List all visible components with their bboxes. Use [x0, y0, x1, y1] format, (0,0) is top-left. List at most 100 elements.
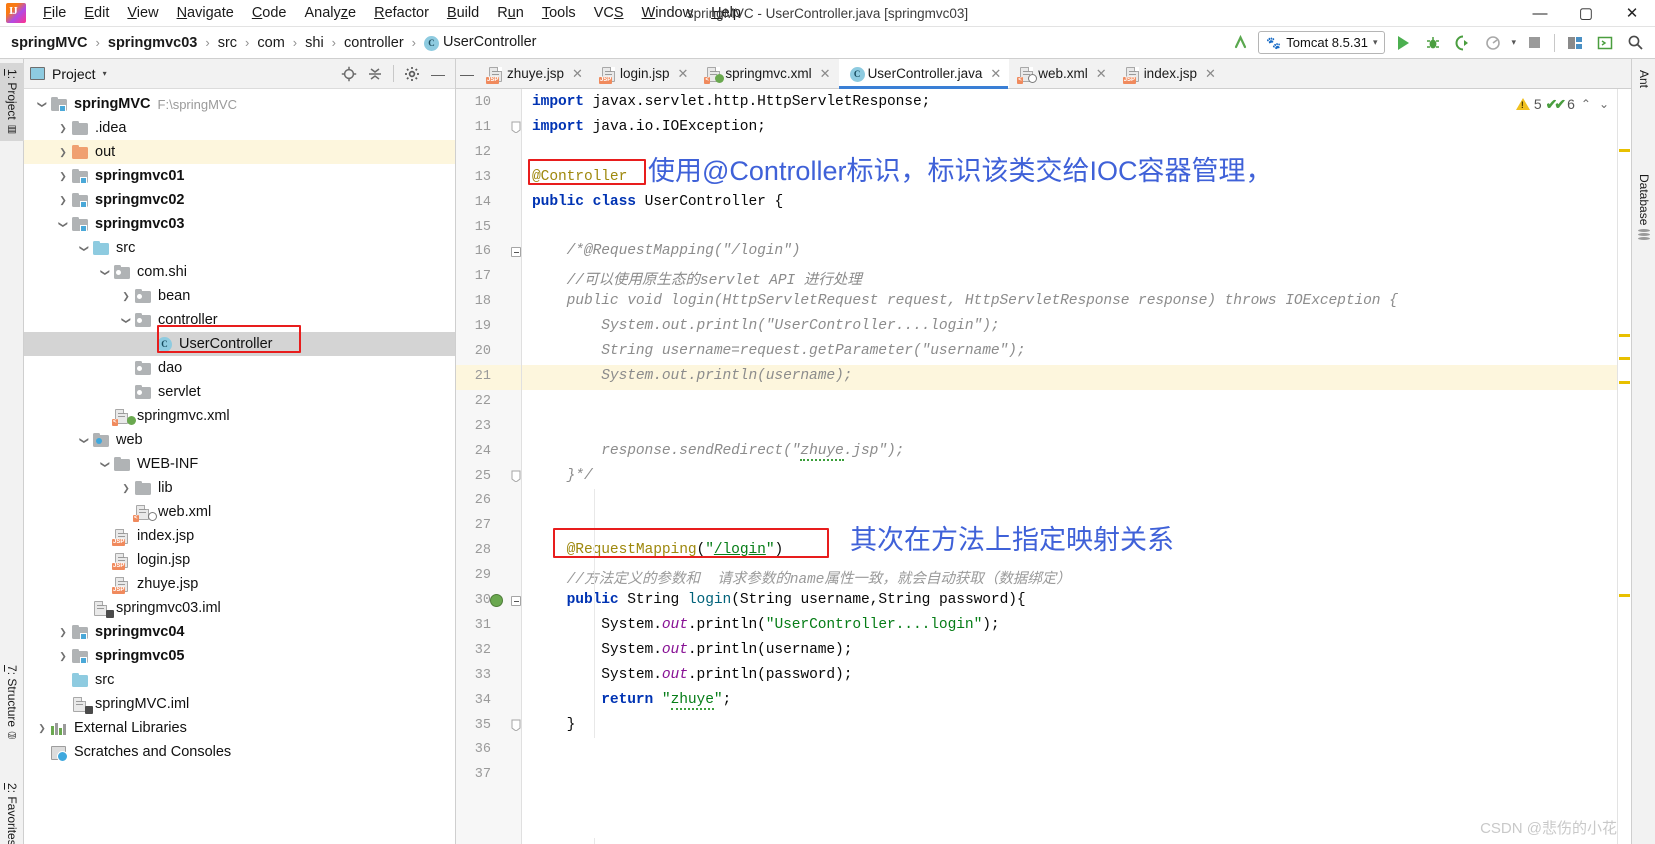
- chevron-down-icon[interactable]: ❯: [79, 240, 90, 256]
- editor-tab-index-jsp[interactable]: JSP index.jsp ✕: [1115, 59, 1224, 88]
- settings-gear-icon[interactable]: [401, 63, 423, 85]
- tree-node-external-libraries[interactable]: ❯ External Libraries: [24, 716, 455, 740]
- inspection-marker[interactable]: [1619, 381, 1630, 384]
- editor-tab-web-xml[interactable]: < web.xml ✕: [1009, 59, 1114, 88]
- hide-panel-icon[interactable]: —: [427, 63, 449, 85]
- menu-vcs[interactable]: VCS: [585, 2, 633, 24]
- chevron-right-icon[interactable]: ❯: [34, 723, 50, 734]
- code-line[interactable]: import javax.servlet.http.HttpServletRes…: [532, 94, 930, 110]
- chevron-right-icon[interactable]: ❯: [55, 195, 71, 206]
- close-icon[interactable]: ✕: [820, 66, 831, 82]
- line-number[interactable]: 22: [463, 394, 491, 409]
- code-line[interactable]: public void login(HttpServletRequest req…: [532, 293, 1398, 309]
- close-icon[interactable]: ✕: [990, 66, 1001, 82]
- menu-file[interactable]: File: [34, 2, 75, 24]
- line-number[interactable]: 15: [463, 220, 491, 235]
- code-line[interactable]: System.out.println(username);: [532, 642, 852, 658]
- line-number[interactable]: 37: [463, 767, 491, 782]
- code-line[interactable]: @Controller: [532, 169, 627, 185]
- maximize-button[interactable]: ▢: [1563, 0, 1609, 27]
- tree-node-web[interactable]: ❯ web: [24, 428, 455, 452]
- tree-node-springmvc05[interactable]: ❯ springmvc05: [24, 644, 455, 668]
- code-line[interactable]: //可以使用原生态的servlet API 进行处理: [532, 268, 862, 289]
- search-icon[interactable]: [1623, 31, 1647, 55]
- close-icon[interactable]: ✕: [677, 66, 688, 82]
- minimize-button[interactable]: —: [1517, 0, 1563, 27]
- tree-node-src[interactable]: src: [24, 668, 455, 692]
- close-icon[interactable]: ✕: [1205, 66, 1216, 82]
- run-configuration-selector[interactable]: 🐾 Tomcat 8.5.31 ▾: [1258, 31, 1386, 54]
- line-number[interactable]: 20: [463, 344, 491, 359]
- chevron-down-icon[interactable]: ❯: [58, 216, 69, 232]
- inspection-marker[interactable]: [1619, 594, 1630, 597]
- code-line[interactable]: /*@RequestMapping("/login"): [532, 243, 801, 259]
- tool-window-tab-structure[interactable]: 7: Structure ⛁: [0, 659, 24, 748]
- run-button[interactable]: [1391, 31, 1415, 55]
- menu-navigate[interactable]: Navigate: [168, 2, 243, 24]
- menu-edit[interactable]: Edit: [75, 2, 118, 24]
- menu-build[interactable]: Build: [438, 2, 488, 24]
- editor-tab-login-jsp[interactable]: JSP login.jsp ✕: [591, 59, 696, 88]
- debug-button[interactable]: [1421, 31, 1445, 55]
- close-button[interactable]: ✕: [1609, 0, 1655, 27]
- fold-collapse-icon[interactable]: [510, 246, 521, 257]
- tree-node-zhuye-jsp[interactable]: JSP zhuye.jsp: [24, 572, 455, 596]
- close-icon[interactable]: ✕: [572, 66, 583, 82]
- code-line[interactable]: System.out.println(username);: [532, 368, 852, 384]
- tree-node-login-jsp[interactable]: JSP login.jsp: [24, 548, 455, 572]
- chevron-right-icon[interactable]: ❯: [55, 123, 71, 134]
- line-number[interactable]: 27: [463, 518, 491, 533]
- tree-node-web-xml[interactable]: < web.xml: [24, 500, 455, 524]
- chevron-down-icon[interactable]: ▾: [103, 69, 107, 78]
- line-number[interactable]: 32: [463, 643, 491, 658]
- line-number[interactable]: 19: [463, 319, 491, 334]
- chevron-down-icon[interactable]: ❯: [121, 312, 132, 328]
- fold-end-icon[interactable]: [510, 470, 521, 482]
- line-number[interactable]: 35: [463, 718, 491, 733]
- tool-window-tab-favorites[interactable]: 2: Favorites★: [0, 777, 24, 844]
- profile-chevron-down-icon[interactable]: ▾: [1511, 37, 1516, 48]
- fold-end-icon[interactable]: [510, 121, 521, 134]
- code-line[interactable]: }*/: [532, 468, 593, 484]
- menu-help[interactable]: Help: [702, 2, 750, 24]
- tree-node-springmvc02[interactable]: ❯ springmvc02: [24, 188, 455, 212]
- code-line[interactable]: import java.io.IOException;: [532, 119, 766, 135]
- chevron-down-icon[interactable]: ❯: [79, 432, 90, 448]
- editor-tab-usercontroller-java[interactable]: C UserController.java ✕: [838, 59, 1010, 89]
- editor-tab-zhuye-jsp[interactable]: JSP zhuye.jsp ✕: [478, 59, 591, 88]
- code-line[interactable]: response.sendRedirect("zhuye.jsp");: [532, 442, 904, 461]
- project-structure-button[interactable]: [1563, 31, 1587, 55]
- code-line[interactable]: public String login(String username,Stri…: [532, 592, 1026, 608]
- profile-button[interactable]: [1481, 31, 1505, 55]
- next-problem-icon[interactable]: ⌄: [1597, 97, 1611, 111]
- previous-problem-icon[interactable]: ⌃: [1579, 97, 1593, 111]
- code-line[interactable]: String username=request.getParameter("us…: [532, 343, 1025, 359]
- chevron-right-icon[interactable]: ❯: [55, 171, 71, 182]
- tree-node-springmvc03[interactable]: ❯ springmvc03: [24, 212, 455, 236]
- tree-node--idea[interactable]: ❯ .idea: [24, 116, 455, 140]
- stop-button[interactable]: [1522, 31, 1546, 55]
- menu-analyze[interactable]: Analyze: [296, 2, 366, 24]
- breadcrumb-item-shi[interactable]: shi: [302, 34, 327, 52]
- chevron-right-icon[interactable]: ❯: [55, 651, 71, 662]
- inspection-marker[interactable]: [1619, 334, 1630, 337]
- chevron-down-icon[interactable]: ❯: [100, 456, 111, 472]
- line-number[interactable]: 10: [463, 95, 491, 110]
- line-number[interactable]: 17: [463, 269, 491, 284]
- tree-node-springmvc01[interactable]: ❯ springmvc01: [24, 164, 455, 188]
- code-line[interactable]: return "zhuye";: [532, 691, 731, 710]
- tree-node-bean[interactable]: ❯ bean: [24, 284, 455, 308]
- tree-node-springmvc[interactable]: ❯ springMVC F:\springMVC: [24, 92, 455, 116]
- tree-node-src[interactable]: ❯ src: [24, 236, 455, 260]
- line-number[interactable]: 29: [463, 568, 491, 583]
- line-number[interactable]: 34: [463, 693, 491, 708]
- tree-node-servlet[interactable]: servlet: [24, 380, 455, 404]
- line-number[interactable]: 25: [463, 469, 491, 484]
- code-line[interactable]: System.out.println("UserController....lo…: [532, 318, 999, 334]
- tree-node-lib[interactable]: ❯ lib: [24, 476, 455, 500]
- window-controls[interactable]: — ▢ ✕: [1517, 0, 1655, 27]
- terminal-button[interactable]: [1593, 31, 1617, 55]
- collapse-tabs-icon[interactable]: —: [456, 59, 478, 88]
- chevron-right-icon[interactable]: ❯: [118, 291, 134, 302]
- breadcrumb-item-springmvc[interactable]: springMVC: [8, 34, 91, 52]
